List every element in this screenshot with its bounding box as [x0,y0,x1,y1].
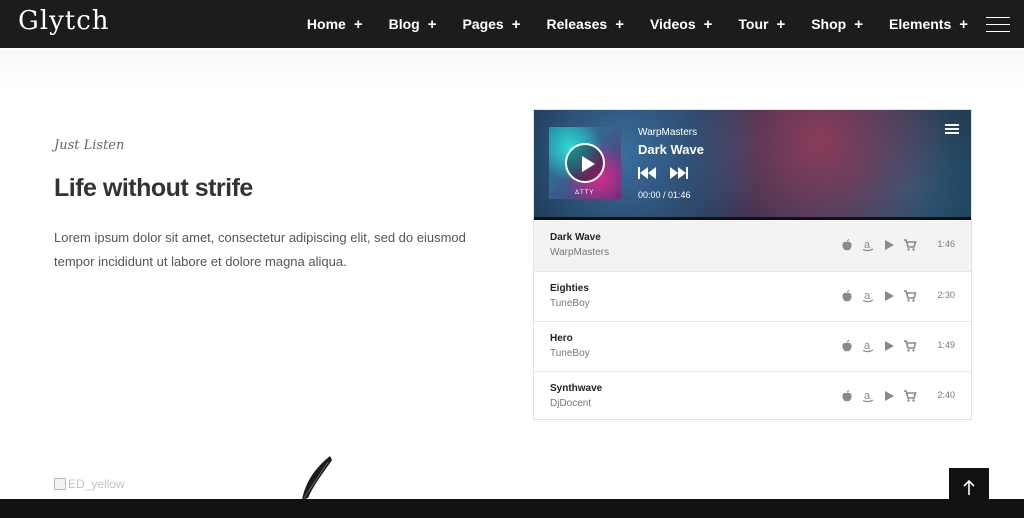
amazon-icon[interactable]: a [861,289,875,303]
footer-strip [0,499,1024,518]
track-row[interactable]: Dark Wave WarpMasters a 1:46 [534,221,971,271]
plus-icon: + [776,15,786,33]
track-name: Dark Wave [550,232,601,243]
nav-label: Shop [811,16,847,32]
section-paragraph: Lorem ipsum dolor sit amet, consectetur … [54,230,466,269]
cover-label: ΔTTY [575,190,595,196]
site-header: Glytch Home + Blog + Pages + Releases + Vide… [0,0,1024,48]
track-artist: WarpMasters [550,247,610,258]
nav-item-videos[interactable]: Videos + [650,16,712,33]
nav-item-home[interactable]: Home + [307,16,363,33]
playlist-menu-icon[interactable] [945,124,959,134]
plus-icon: + [511,15,521,33]
nav-item-releases[interactable]: Releases + [546,16,623,33]
track-duration: 2:40 [937,390,955,400]
track-name: Synthwave [550,383,603,394]
previous-icon[interactable] [638,167,656,179]
amazon-icon[interactable]: a [861,389,875,403]
nav-label: Releases [546,16,608,32]
store-links: a [840,238,924,252]
audio-player: ΔTTY WarpMasters Dark Wave 00:00 / 01:46… [533,109,972,420]
google-play-icon[interactable] [882,289,896,303]
plus-icon: + [703,15,713,33]
scroll-to-top-button[interactable] [949,468,989,508]
nav-label: Blog [388,16,420,32]
nav-item-tour[interactable]: Tour + [738,16,785,33]
track-duration: 1:49 [937,340,955,350]
store-links: a [840,339,924,353]
track-artist: TuneBoy [550,348,590,359]
arrow-up-icon [963,479,975,495]
nav-label: Tour [738,16,769,32]
nav-item-blog[interactable]: Blog + [389,16,437,33]
track-row[interactable]: Eighties TuneBoy a 2:30 [534,271,971,321]
broken-image: ED_yellow [54,477,125,491]
nav-label: Elements [888,16,952,32]
broken-image-alt: ED_yellow [68,477,125,491]
track-row[interactable]: Hero TuneBoy a 1:49 [534,321,971,371]
svg-text:a: a [864,290,871,302]
amazon-icon[interactable]: a [861,339,875,353]
nav-label: Videos [649,16,696,32]
svg-text:a: a [864,239,871,251]
hamburger-icon[interactable] [986,16,1010,32]
next-icon[interactable] [670,167,688,179]
track-artist: DjDocent [550,398,592,409]
main-nav: Home + Blog + Pages + Releases + Videos + Tou… [281,0,968,48]
track-name: Hero [550,333,573,344]
svg-text:a: a [864,340,871,352]
header-fade-band [0,50,1024,90]
nav-label: Pages [462,16,504,32]
track-artist: TuneBoy [550,298,590,309]
google-play-icon[interactable] [882,389,896,403]
cart-icon[interactable] [903,238,917,252]
player-now-playing: ΔTTY WarpMasters Dark Wave 00:00 / 01:46 [534,110,971,220]
site-logo[interactable]: Glytch [18,6,110,36]
nav-label: Home [306,16,346,32]
track-duration: 2:30 [937,290,955,300]
track-duration: 1:46 [937,239,955,249]
play-icon[interactable] [565,143,605,183]
track-row[interactable]: Synthwave DjDocent a 2:40 [534,371,971,421]
apple-icon[interactable] [840,339,854,353]
store-links: a [840,289,924,303]
plus-icon: + [615,15,624,33]
nav-item-pages[interactable]: Pages + [462,16,520,33]
nav-item-shop[interactable]: Shop + [811,16,863,33]
nav-item-elements[interactable]: Elements + [889,16,968,33]
apple-icon[interactable] [840,238,854,252]
apple-icon[interactable] [840,289,854,303]
broken-image-icon [54,478,66,490]
plus-icon: + [427,15,437,33]
google-play-icon[interactable] [882,238,896,252]
svg-text:a: a [864,390,871,402]
amazon-icon[interactable]: a [861,238,875,252]
plus-icon: + [854,15,863,33]
album-cover[interactable]: ΔTTY [549,127,621,199]
cart-icon[interactable] [903,339,917,353]
section-heading: Life without strife [54,174,253,202]
store-links: a [840,389,924,403]
plus-icon: + [959,15,968,33]
plus-icon: + [353,15,363,33]
google-play-icon[interactable] [882,339,896,353]
feather-decoration-icon [302,456,332,500]
track-list: Dark Wave WarpMasters a 1:46 Eighties Tu… [534,221,971,421]
apple-icon[interactable] [840,389,854,403]
cart-icon[interactable] [903,289,917,303]
section-eyebrow: Just Listen [54,138,125,153]
now-playing-artist: WarpMasters [638,127,698,138]
now-playing-title: Dark Wave [638,142,704,157]
playback-time: 00:00 / 01:46 [638,190,691,200]
cart-icon[interactable] [903,389,917,403]
track-name: Eighties [550,283,589,294]
